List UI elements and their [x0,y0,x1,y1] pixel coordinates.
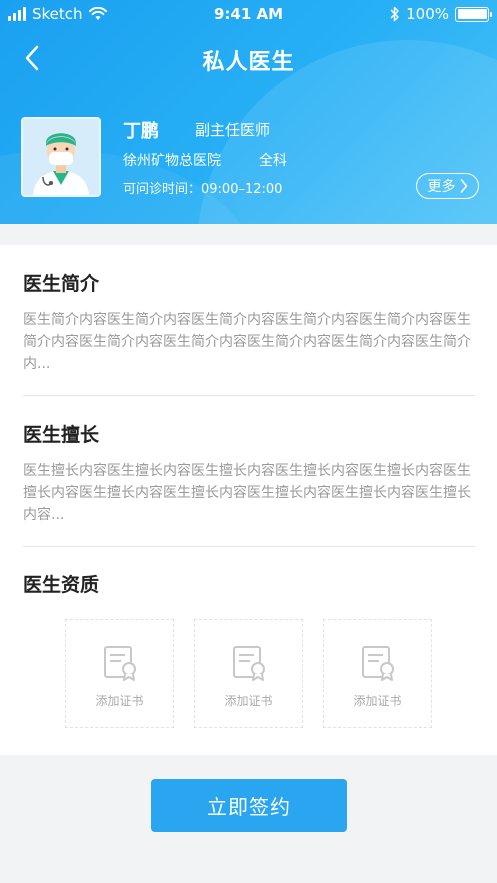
certificate-label: 添加证书 [224,694,273,708]
expertise-text: 医生擅长内容医生擅长内容医生擅长内容医生擅长内容医生擅长内容医生擅长内容医生擅长… [23,463,471,523]
section-heading: 医生简介 [23,273,100,295]
status-bar: Sketch 9:41 AM 100% [0,0,497,30]
battery-icon [455,6,492,22]
certificate-icon [233,646,265,681]
chevron-right-icon [460,179,467,193]
sign-now-button[interactable]: 立即签约 [151,779,347,832]
add-certificate-button[interactable]: 添加证书 [323,619,432,728]
certificate-icon [362,646,394,681]
intro-section: 医生简介 医生简介内容医生简介内容医生简介内容医生简介内容医生简介内容医生简介内… [23,269,475,375]
doctor-card: 丁鹏 副主任医师 徐州矿物总医院 全科 可问诊时间：09:00–12:00 更多 [21,117,481,199]
doctor-name: 丁鹏 [123,121,159,142]
doctor-avatar [21,117,101,197]
doctor-details: 医生简介 医生简介内容医生简介内容医生简介内容医生简介内容医生简介内容医生简介内… [0,245,497,755]
battery-percent: 100% [406,5,449,23]
nav-bar: 私人医生 [0,36,497,80]
consultation-hours: 可问诊时间：09:00–12:00 [123,182,283,197]
doctor-hospital: 徐州矿物总医院 [123,153,221,169]
more-label: 更多 [427,179,456,195]
certificate-label: 添加证书 [353,694,402,708]
expertise-section: 医生擅长 医生擅长内容医生擅长内容医生擅长内容医生擅长内容医生擅长内容医生擅长内… [23,420,475,526]
doctor-department: 全科 [259,153,287,169]
page-title: 私人医生 [202,50,295,75]
certificate-icon [104,646,136,681]
certificate-label: 添加证书 [95,694,144,708]
bluetooth-icon [390,6,399,22]
doctor-illustration [23,119,99,195]
header-banner: Sketch 9:41 AM 100% 私人医生 丁鹏 副主任医师 徐州矿物总医… [0,0,497,224]
add-certificate-button[interactable]: 添加证书 [194,619,303,728]
status-right: 100% [390,5,492,23]
section-heading: 医生资质 [23,574,100,596]
section-heading: 医生擅长 [23,424,100,446]
intro-text: 医生简介内容医生简介内容医生简介内容医生简介内容医生简介内容医生简介内容医生简介… [23,312,471,372]
doctor-title: 副主任医师 [195,121,271,139]
qualification-section: 医生资质 [23,570,475,597]
divider [23,546,475,547]
more-button[interactable]: 更多 [416,173,479,199]
divider [23,395,475,396]
add-certificate-button[interactable]: 添加证书 [65,619,174,728]
